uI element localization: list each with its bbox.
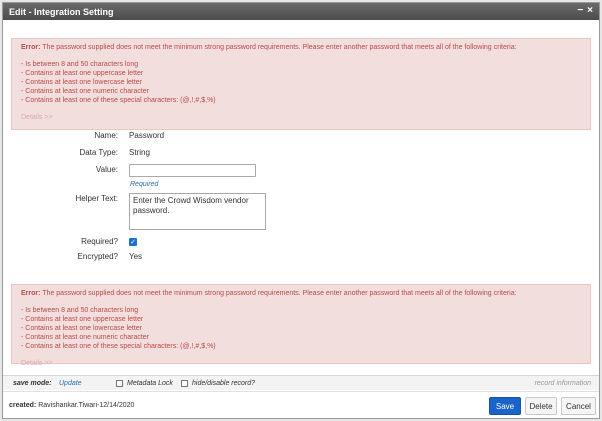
encrypted-value: Yes (129, 252, 143, 261)
helper-label: Helper Text: (75, 194, 118, 203)
cancel-button[interactable]: Cancel (561, 397, 596, 415)
criteria-list: - Is between 8 and 50 characters long - … (21, 60, 581, 105)
criteria-item: - Contains at least one of these special… (21, 343, 216, 350)
window-controls: − × (577, 5, 593, 16)
error-message-top: Error: The password supplied does not me… (11, 38, 591, 130)
encrypted-label: Encrypted? (77, 252, 118, 261)
value-label: Value: (95, 165, 118, 174)
criteria-item: - Contains at least one of these special… (21, 97, 216, 104)
error-text: The password supplied does not meet the … (40, 44, 517, 51)
name-label: Name: (94, 131, 118, 140)
metadata-lock-checkbox[interactable] (116, 380, 123, 387)
record-information-link[interactable]: record information (535, 380, 591, 387)
required-label: Required? (81, 237, 118, 246)
error-prefix: Error: (21, 44, 41, 51)
integration-setting-dialog: Edit - Integration Setting − × Error: Th… (2, 2, 600, 419)
helper-text-area[interactable]: Enter the Crowd Wisdom vendor password. (129, 193, 266, 230)
dialog-title: Edit - Integration Setting (9, 6, 114, 17)
minimize-icon[interactable]: − (577, 5, 583, 16)
metadata-lock-label: Metadata Lock (127, 380, 173, 387)
criteria-item: - Contains at least one numeric characte… (21, 88, 150, 95)
datatype-value: String (129, 148, 150, 157)
details-link[interactable]: Details >> (21, 359, 581, 368)
save-mode-label: save mode: (13, 380, 52, 387)
dialog-footer: created: Ravishankar.Tiwari-12/14/2020 S… (3, 391, 599, 418)
created-value: Ravishankar.Tiwari-12/14/2020 (38, 402, 135, 409)
required-checkbox[interactable]: ✓ (129, 238, 137, 246)
save-button[interactable]: Save (489, 397, 521, 415)
save-mode-bar: save mode: Update Metadata Lock hide/dis… (3, 375, 599, 390)
save-mode-link[interactable]: Update (59, 380, 82, 387)
criteria-item: - Contains at least one numeric characte… (21, 334, 150, 341)
criteria-item: - Contains at least one lowercase letter (21, 325, 143, 332)
criteria-item: - Contains at least one lowercase letter (21, 79, 143, 86)
dialog-content: Error: The password supplied does not me… (3, 20, 599, 375)
delete-button[interactable]: Delete (525, 397, 557, 415)
datatype-label: Data Type: (79, 148, 118, 157)
hide-disable-label: hide/disable record? (192, 380, 256, 387)
required-note: Required (130, 181, 159, 188)
criteria-list: - Is between 8 and 50 characters long - … (21, 306, 581, 351)
criteria-item: - Is between 8 and 50 characters long (21, 61, 139, 68)
details-link[interactable]: Details >> (21, 113, 581, 122)
hide-disable-checkbox[interactable] (181, 380, 188, 387)
name-value: Password (129, 131, 165, 140)
close-icon[interactable]: × (587, 5, 593, 16)
error-message-bottom: Error: The password supplied does not me… (11, 284, 591, 367)
error-prefix: Error: (21, 290, 41, 297)
criteria-item: - Contains at least one uppercase letter (21, 70, 144, 77)
checkmark-icon: ✓ (130, 239, 136, 246)
created-info: created: Ravishankar.Tiwari-12/14/2020 (9, 402, 134, 409)
criteria-item: - Is between 8 and 50 characters long (21, 307, 139, 314)
dialog-titlebar[interactable]: Edit - Integration Setting − × (3, 3, 599, 20)
created-label: created: (9, 402, 37, 409)
criteria-item: - Contains at least one uppercase letter (21, 316, 144, 323)
error-text: The password supplied does not meet the … (40, 290, 517, 297)
value-input[interactable] (129, 164, 256, 177)
